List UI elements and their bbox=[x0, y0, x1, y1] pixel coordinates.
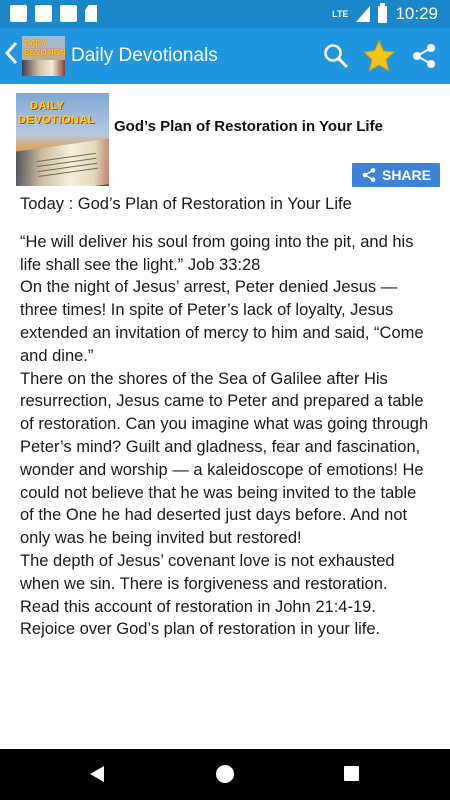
post-title: God’s Plan of Restoration in Your Life bbox=[114, 118, 383, 135]
notification-icon bbox=[10, 5, 27, 22]
app-logo-text: DAILY DEVOTIONAL bbox=[24, 39, 65, 57]
post-thumbnail: DAILY DEVOTIONAL bbox=[16, 93, 109, 186]
back-arrow-icon[interactable] bbox=[4, 40, 18, 72]
sd-card-icon bbox=[85, 5, 97, 22]
notification-icon bbox=[35, 5, 52, 22]
signal-icon bbox=[356, 6, 371, 22]
clock: 10:29 bbox=[395, 4, 438, 23]
thumbnail-text: DEVOTIONAL bbox=[18, 114, 96, 126]
nav-back-icon[interactable] bbox=[90, 766, 104, 782]
network-type: LTE bbox=[332, 8, 349, 19]
article-paragraph: On the night of Jesus’ arrest, Peter den… bbox=[20, 278, 424, 365]
article-heading: Today : God’s Plan of Restoration in You… bbox=[20, 195, 352, 213]
status-bar: LTE 10:29 bbox=[0, 0, 450, 28]
article-body: Today : God’s Plan of Restoration in You… bbox=[20, 193, 430, 641]
article-paragraph: There on the shores of the Sea of Galile… bbox=[20, 369, 429, 548]
nav-home-icon[interactable] bbox=[216, 765, 234, 783]
nav-recents-icon[interactable] bbox=[344, 766, 359, 781]
search-icon[interactable] bbox=[322, 42, 350, 70]
share-button[interactable]: SHARE bbox=[352, 163, 440, 187]
thumbnail-text: DAILY bbox=[30, 100, 65, 112]
star-icon[interactable] bbox=[362, 39, 396, 73]
share-icon bbox=[362, 168, 376, 182]
article-paragraph: The depth of Jesus’ covenant love is not… bbox=[20, 551, 395, 639]
share-button-label: SHARE bbox=[381, 167, 431, 183]
notification-icon bbox=[60, 5, 77, 22]
notification-icons bbox=[10, 5, 97, 22]
app-bar: DAILY DEVOTIONAL Daily Devotionals bbox=[0, 28, 450, 84]
navigation-bar bbox=[0, 749, 450, 800]
article-paragraph: “He will deliver his soul from going int… bbox=[20, 232, 414, 274]
app-logo: DAILY DEVOTIONAL bbox=[22, 36, 65, 76]
share-icon[interactable] bbox=[410, 42, 438, 70]
battery-icon bbox=[378, 2, 388, 23]
app-title: Daily Devotionals bbox=[71, 45, 218, 66]
